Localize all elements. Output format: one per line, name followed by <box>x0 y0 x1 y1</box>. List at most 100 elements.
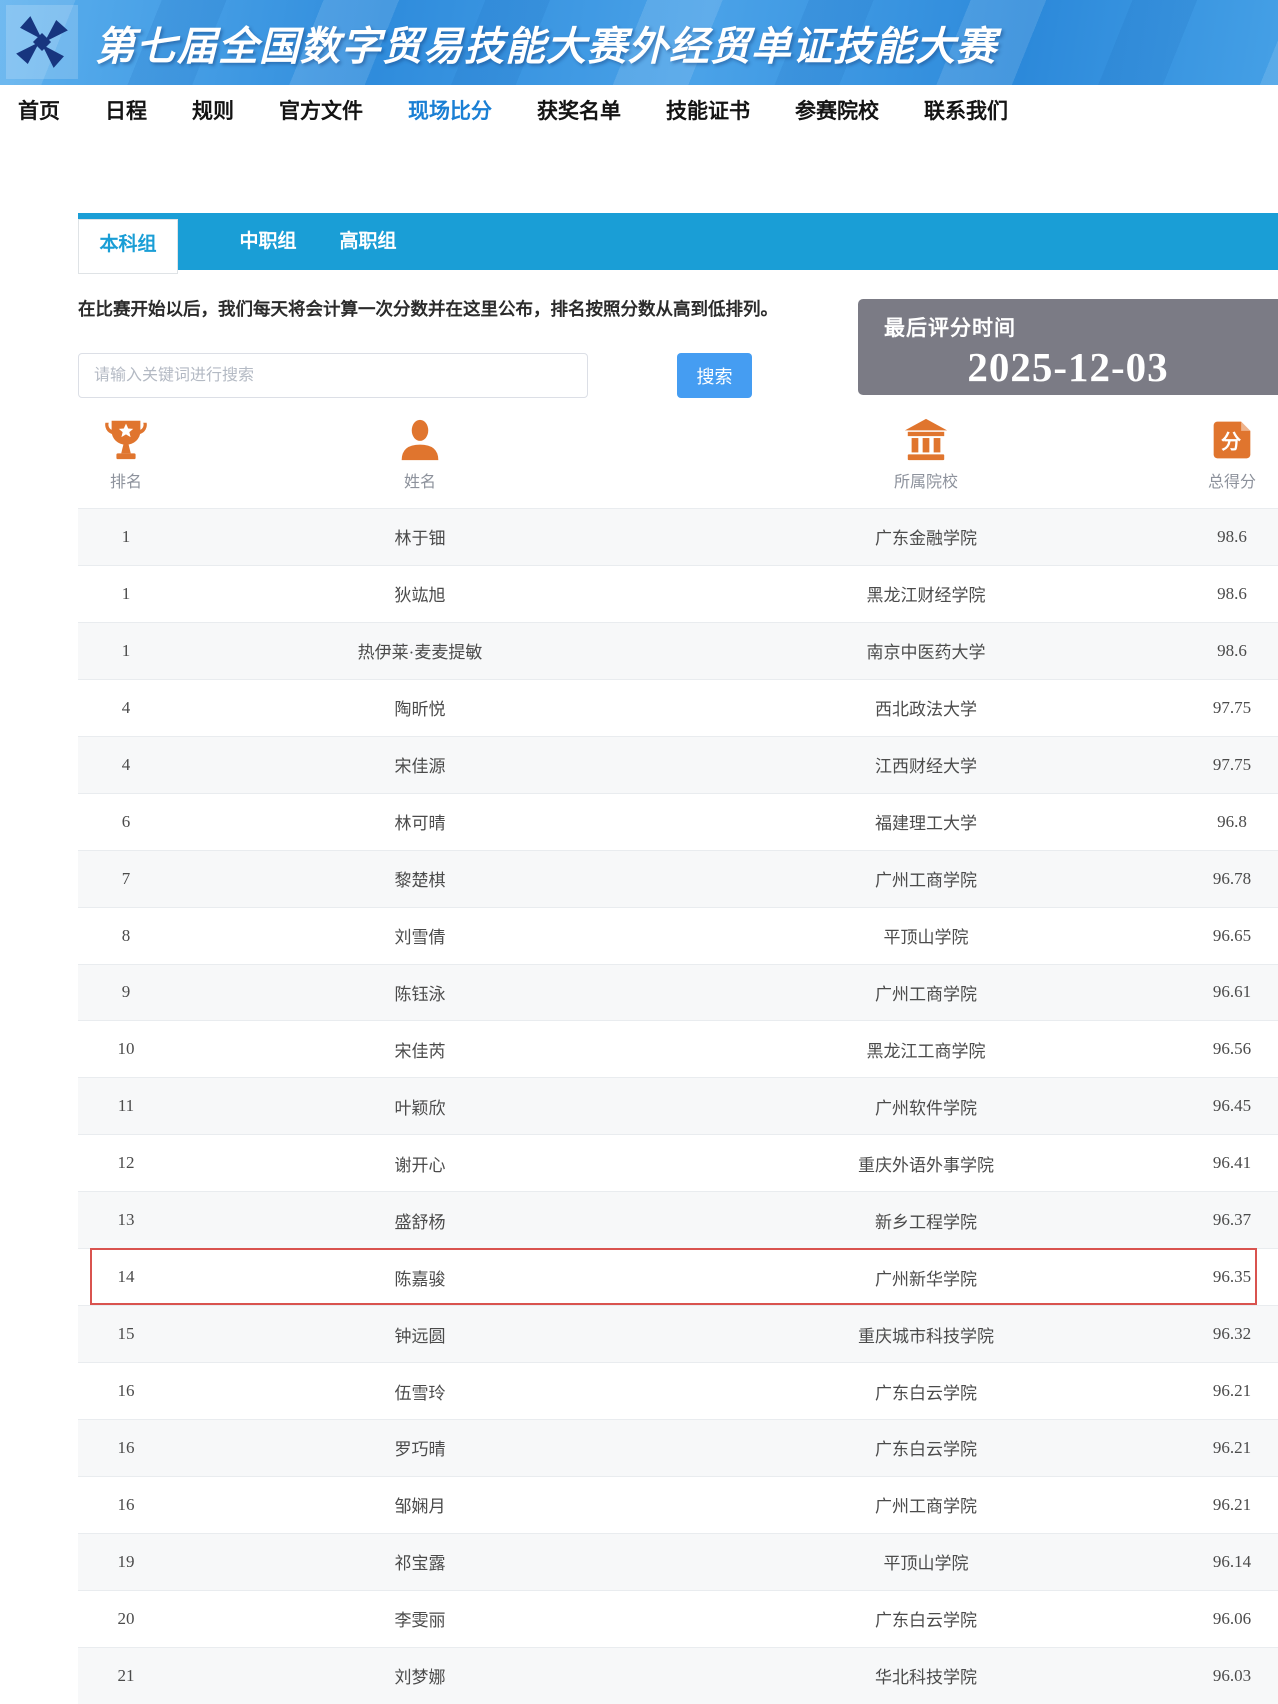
table-row[interactable]: 21 刘梦娜 华北科技学院 96.03 <box>78 1647 1278 1704</box>
score-cell: 96.03 <box>1186 1666 1278 1686</box>
nav-item[interactable]: 技能证书 <box>666 95 750 125</box>
school-cell: 广州软件学院 <box>666 1094 1186 1119</box>
group-tab[interactable]: 本科组 <box>78 219 178 274</box>
score-cell: 96.78 <box>1186 869 1278 889</box>
score-cell: 96.61 <box>1186 982 1278 1002</box>
school-cell: 广东白云学院 <box>666 1435 1186 1460</box>
table-row[interactable]: 1 林于钿 广东金融学院 98.6 <box>78 508 1278 565</box>
rank-cell: 16 <box>78 1381 174 1401</box>
name-cell: 刘梦娜 <box>174 1663 666 1688</box>
name-cell: 黎楚棋 <box>174 866 666 891</box>
top-banner: 第七届全国数字贸易技能大赛外经贸单证技能大赛 <box>0 0 1278 85</box>
trophy-icon <box>103 412 149 462</box>
school-cell: 平顶山学院 <box>666 1549 1186 1574</box>
name-cell: 钟远圆 <box>174 1322 666 1347</box>
table-row[interactable]: 10 宋佳芮 黑龙江工商学院 96.56 <box>78 1020 1278 1077</box>
score-cell: 96.32 <box>1186 1324 1278 1344</box>
rank-cell: 4 <box>78 698 174 718</box>
table-row[interactable]: 7 黎楚棋 广州工商学院 96.78 <box>78 850 1278 907</box>
table-row[interactable]: 8 刘雪倩 平顶山学院 96.65 <box>78 907 1278 964</box>
table-row[interactable]: 16 邹娴月 广州工商学院 96.21 <box>78 1476 1278 1533</box>
svg-text:分: 分 <box>1221 430 1241 453</box>
table-row[interactable]: 1 热伊莱·麦麦提敏 南京中医药大学 98.6 <box>78 622 1278 679</box>
rank-cell: 1 <box>78 527 174 547</box>
school-cell: 华北科技学院 <box>666 1663 1186 1688</box>
table-row[interactable]: 16 罗巧晴 广东白云学院 96.21 <box>78 1419 1278 1476</box>
school-cell: 广东白云学院 <box>666 1379 1186 1404</box>
table-row[interactable]: 4 陶昕悦 西北政法大学 97.75 <box>78 679 1278 736</box>
pinwheel-logo-icon <box>11 11 73 73</box>
table-row[interactable]: 13 盛舒杨 新乡工程学院 96.37 <box>78 1191 1278 1248</box>
rank-cell: 1 <box>78 584 174 604</box>
table-row[interactable]: 19 祁宝露 平顶山学院 96.14 <box>78 1533 1278 1590</box>
score-cell: 96.06 <box>1186 1609 1278 1629</box>
rank-cell: 21 <box>78 1666 174 1686</box>
table-row[interactable]: 12 谢开心 重庆外语外事学院 96.41 <box>78 1134 1278 1191</box>
table-row[interactable]: 15 钟远圆 重庆城市科技学院 96.32 <box>78 1305 1278 1362</box>
rank-cell: 13 <box>78 1210 174 1230</box>
table-row[interactable]: 20 李雯丽 广东白云学院 96.06 <box>78 1590 1278 1647</box>
name-cell: 宋佳芮 <box>174 1037 666 1062</box>
nav-item[interactable]: 首页 <box>18 95 60 125</box>
rank-cell: 12 <box>78 1153 174 1173</box>
table-header: 排名 姓名 所属 <box>78 412 1278 492</box>
score-cell: 96.21 <box>1186 1495 1278 1515</box>
table-row[interactable]: 9 陈钰泳 广州工商学院 96.61 <box>78 964 1278 1021</box>
school-cell: 新乡工程学院 <box>666 1208 1186 1233</box>
score-cell: 96.21 <box>1186 1381 1278 1401</box>
nav-item[interactable]: 参赛院校 <box>795 95 879 125</box>
school-cell: 广州新华学院 <box>666 1265 1186 1290</box>
name-cell: 狄竑旭 <box>174 581 666 606</box>
score-cell: 96.14 <box>1186 1552 1278 1572</box>
person-icon <box>398 412 442 462</box>
school-cell: 江西财经大学 <box>666 752 1186 777</box>
name-cell: 林于钿 <box>174 524 666 549</box>
rank-cell: 16 <box>78 1495 174 1515</box>
column-rank: 排名 <box>78 412 174 492</box>
table-row[interactable]: 1 狄竑旭 黑龙江财经学院 98.6 <box>78 565 1278 622</box>
nav-item[interactable]: 现场比分 <box>408 95 492 125</box>
nav-item[interactable]: 规则 <box>192 95 234 125</box>
name-cell: 伍雪玲 <box>174 1379 666 1404</box>
group-tab[interactable]: 高职组 <box>318 213 418 270</box>
school-cell: 广州工商学院 <box>666 1492 1186 1517</box>
search-button[interactable]: 搜索 <box>677 353 752 398</box>
nav-item[interactable]: 官方文件 <box>279 95 363 125</box>
school-cell: 广东金融学院 <box>666 524 1186 549</box>
rank-cell: 20 <box>78 1609 174 1629</box>
table-row[interactable]: 11 叶颖欣 广州软件学院 96.45 <box>78 1077 1278 1134</box>
school-cell: 广州工商学院 <box>666 980 1186 1005</box>
rank-cell: 7 <box>78 869 174 889</box>
name-cell: 刘雪倩 <box>174 923 666 948</box>
name-cell: 叶颖欣 <box>174 1094 666 1119</box>
main-nav: 首页 日程 规则 官方文件 现场比分 获奖名单 技能证书 参赛院校 联系我们 <box>0 85 1278 135</box>
table-row[interactable]: 16 伍雪玲 广东白云学院 96.21 <box>78 1362 1278 1419</box>
rank-cell: 16 <box>78 1438 174 1458</box>
table-row[interactable]: 4 宋佳源 江西财经大学 97.75 <box>78 736 1278 793</box>
site-logo <box>6 5 78 79</box>
score-cell: 96.21 <box>1186 1438 1278 1458</box>
name-cell: 罗巧晴 <box>174 1435 666 1460</box>
school-cell: 黑龙江财经学院 <box>666 581 1186 606</box>
institution-icon <box>903 412 949 462</box>
name-cell: 陈钰泳 <box>174 980 666 1005</box>
nav-item[interactable]: 联系我们 <box>924 95 1008 125</box>
search-input[interactable] <box>78 353 588 398</box>
school-cell: 重庆城市科技学院 <box>666 1322 1186 1347</box>
table-row[interactable]: 6 林可晴 福建理工大学 96.8 <box>78 793 1278 850</box>
score-cell: 98.6 <box>1186 527 1278 547</box>
table-row[interactable]: 14 陈嘉骏 广州新华学院 96.35 <box>78 1248 1278 1305</box>
nav-item[interactable]: 获奖名单 <box>537 95 621 125</box>
nav-item[interactable]: 日程 <box>105 95 147 125</box>
group-tab[interactable]: 中职组 <box>218 213 318 270</box>
name-cell: 陶昕悦 <box>174 695 666 720</box>
score-cell: 96.8 <box>1186 812 1278 832</box>
name-cell: 邹娴月 <box>174 1492 666 1517</box>
rank-cell: 6 <box>78 812 174 832</box>
school-cell: 广州工商学院 <box>666 866 1186 891</box>
name-cell: 祁宝露 <box>174 1549 666 1574</box>
score-cell: 97.75 <box>1186 755 1278 775</box>
column-name: 姓名 <box>174 412 666 492</box>
name-cell: 林可晴 <box>174 809 666 834</box>
column-score: 分 总得分 <box>1186 412 1278 492</box>
